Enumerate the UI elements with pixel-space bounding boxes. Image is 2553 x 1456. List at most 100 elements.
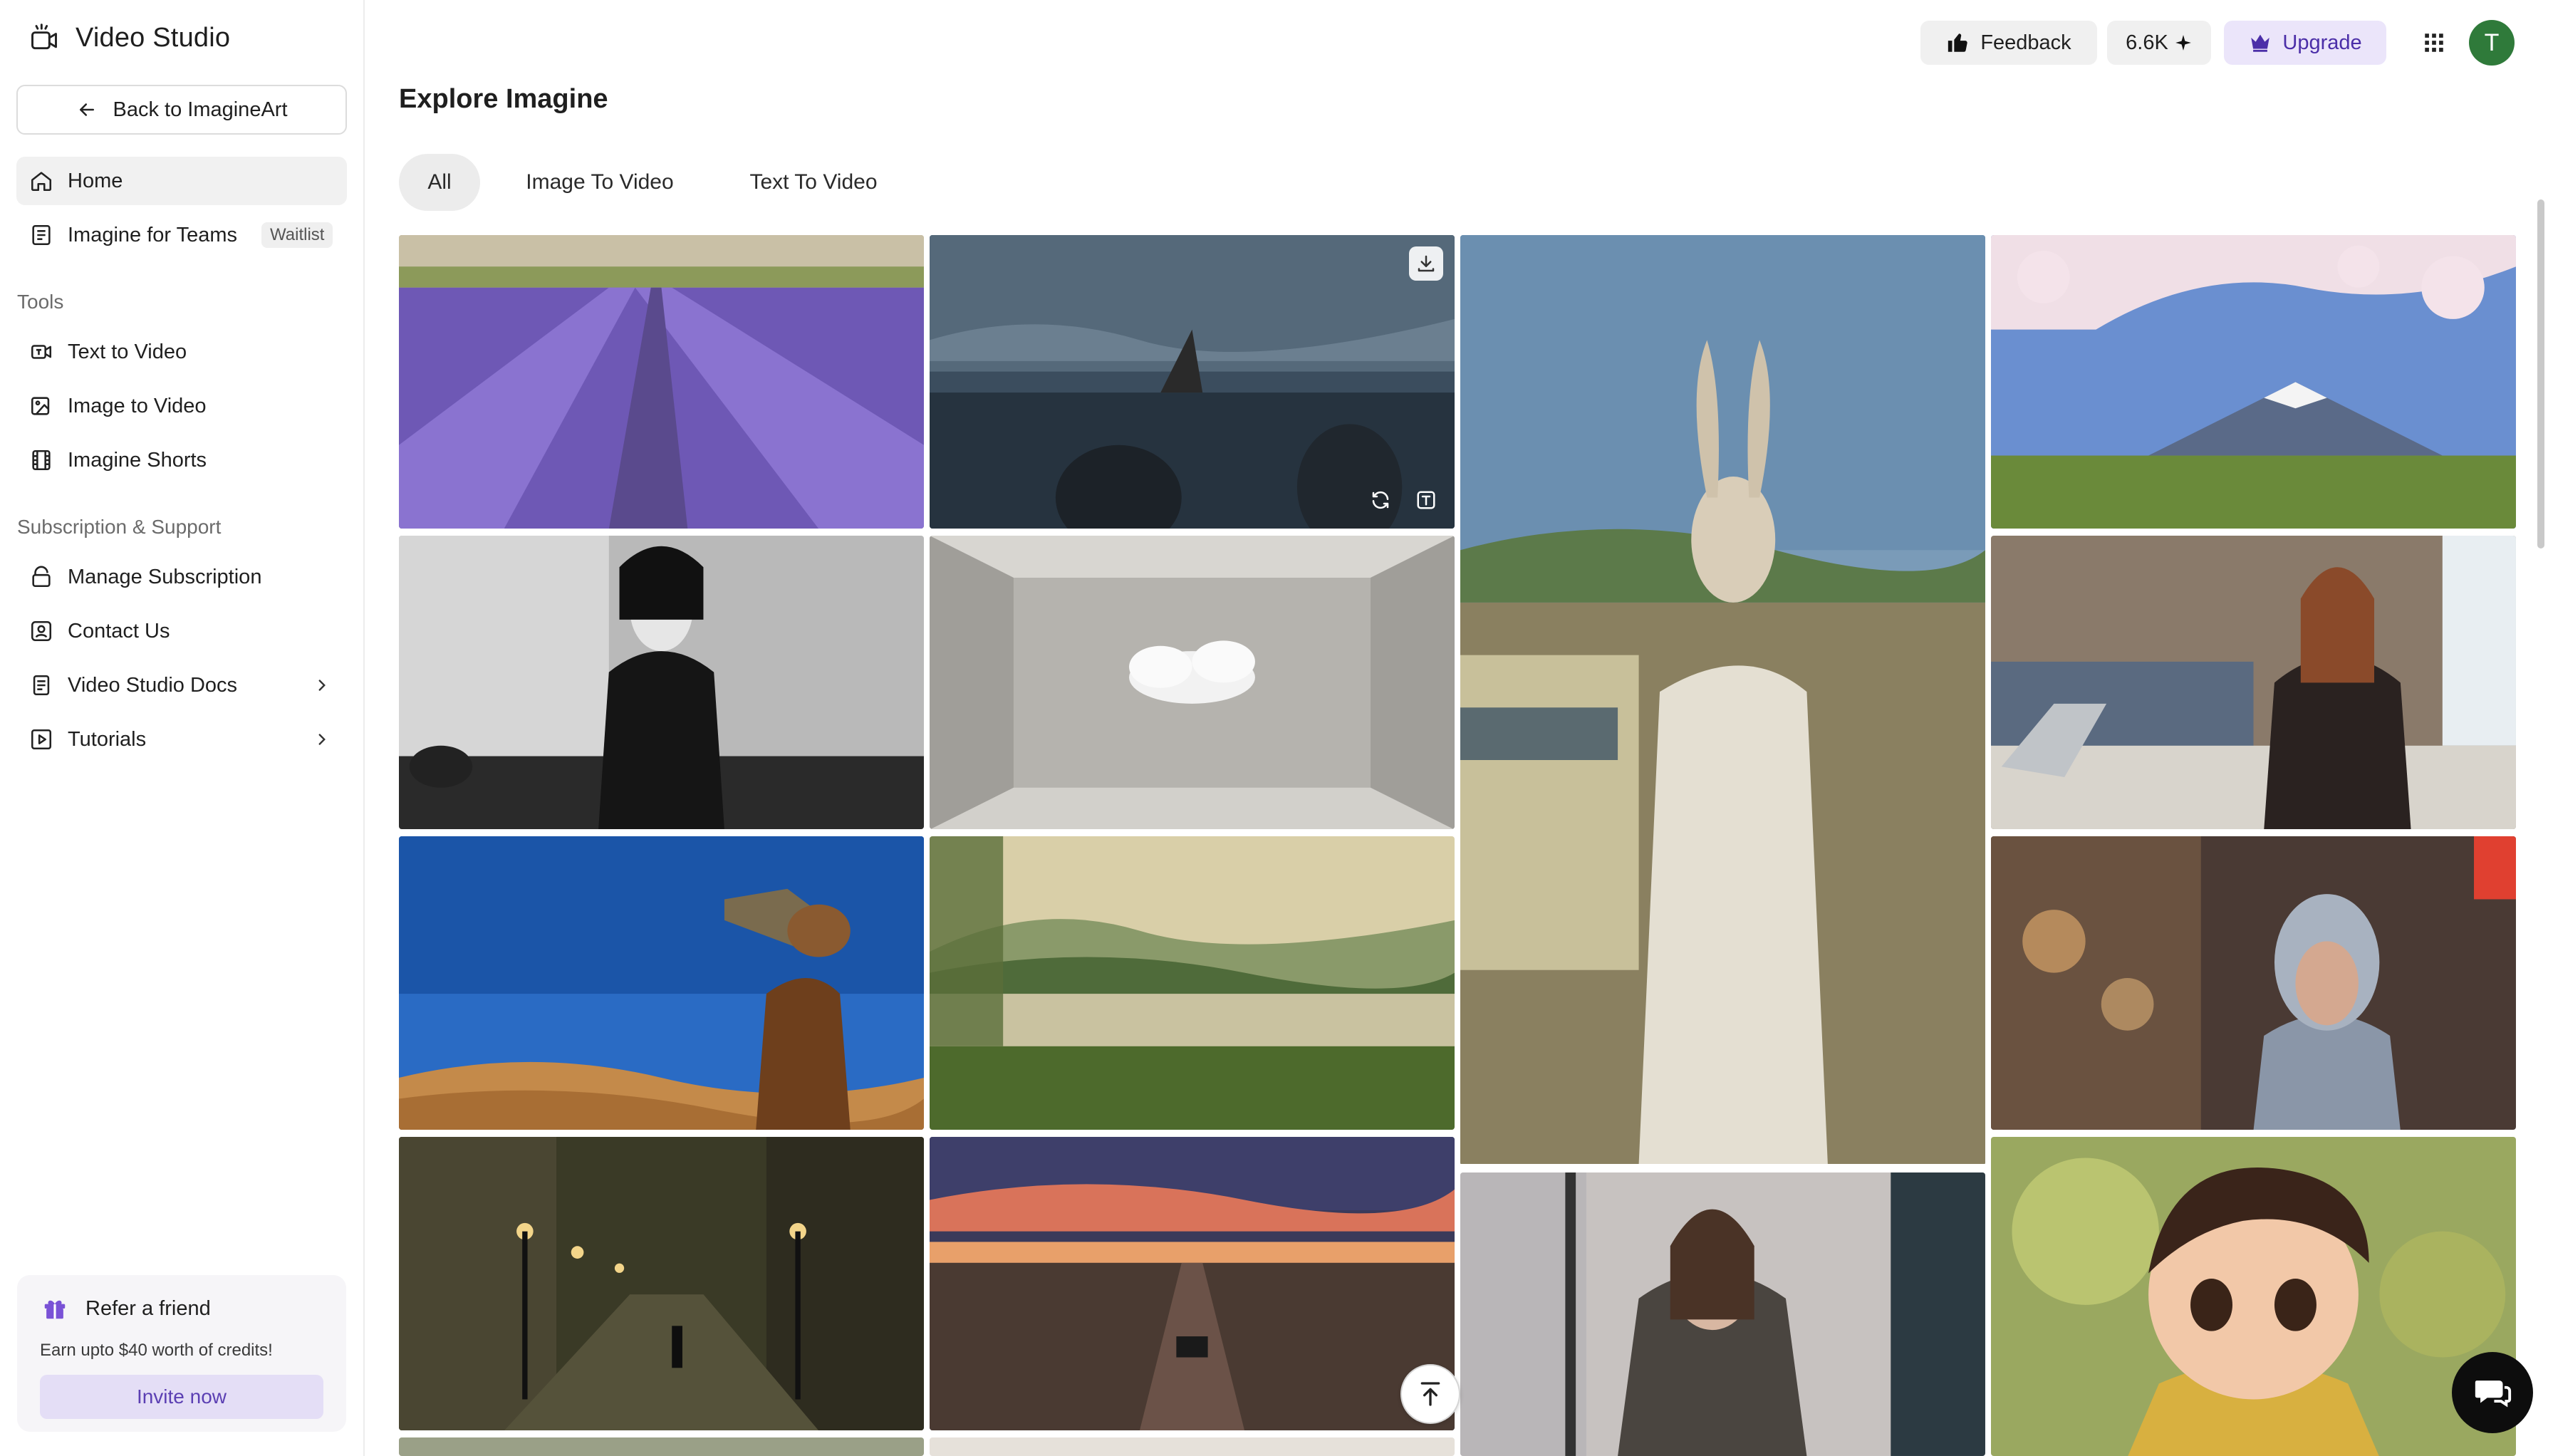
sidebar-item-label: Imagine for Teams bbox=[68, 223, 238, 246]
video-card-lake-meadow[interactable] bbox=[930, 836, 1455, 1130]
chevron-right-icon bbox=[318, 734, 326, 745]
video-thumbnail bbox=[1460, 1172, 1985, 1456]
download-button[interactable] bbox=[1409, 246, 1443, 281]
sidebar-item-label: Contact Us bbox=[68, 619, 170, 643]
gift-icon bbox=[44, 1300, 66, 1319]
feedback-label: Feedback bbox=[1980, 31, 2071, 54]
upgrade-label: Upgrade bbox=[2282, 31, 2362, 54]
chevron-right-icon bbox=[318, 680, 326, 691]
video-thumbnail bbox=[399, 536, 924, 829]
video-thumbnail bbox=[1991, 235, 2516, 529]
video-card-partial[interactable] bbox=[399, 1437, 924, 1456]
video-card-sunset-road[interactable] bbox=[930, 1137, 1455, 1430]
refer-a-friend-card: Refer a friend Earn upto $40 worth of cr… bbox=[17, 1275, 346, 1432]
regenerate-button[interactable] bbox=[1363, 483, 1398, 517]
app-title: Video Studio bbox=[76, 22, 231, 53]
video-thumbnail bbox=[399, 1137, 924, 1430]
brand[interactable]: Video Studio bbox=[28, 20, 230, 56]
back-label: Back to ImagineArt bbox=[113, 98, 288, 121]
credits-button[interactable]: 6.6K bbox=[2107, 21, 2211, 65]
sidebar-item-label: Manage Subscription bbox=[68, 565, 262, 588]
sidebar-item-video-studio-docs[interactable]: Video Studio Docs bbox=[16, 661, 347, 709]
video-studio-logo-icon bbox=[31, 24, 57, 50]
sparkle-icon bbox=[2175, 35, 2191, 51]
sidebar-item-manage-subscription[interactable]: Manage Subscription bbox=[16, 553, 347, 601]
sidebar-item-label: Tutorials bbox=[68, 727, 147, 751]
thumbs-up-icon bbox=[1948, 33, 1967, 52]
tab-all[interactable]: All bbox=[399, 154, 480, 211]
back-to-imagineart-button[interactable]: Back to ImagineArt bbox=[16, 85, 347, 135]
sidebar-item-imagine-shorts[interactable]: Imagine Shorts bbox=[16, 436, 347, 484]
sidebar-item-text-to-video[interactable]: Text to Video bbox=[16, 328, 347, 376]
video-card-cartoon-boy[interactable] bbox=[1991, 1137, 2516, 1456]
chat-support-button[interactable] bbox=[2452, 1352, 2533, 1433]
teams-icon bbox=[32, 224, 51, 246]
film-icon bbox=[32, 449, 51, 471]
subscription-icon bbox=[32, 566, 51, 588]
video-card-cloud-room[interactable] bbox=[930, 536, 1455, 829]
scroll-to-top-button[interactable] bbox=[1400, 1364, 1460, 1424]
video-thumbnail bbox=[1991, 836, 2516, 1130]
tutorials-icon bbox=[31, 729, 52, 750]
feedback-button[interactable]: Feedback bbox=[1920, 21, 2097, 65]
download-icon bbox=[1418, 255, 1435, 272]
refer-title: Refer a friend bbox=[85, 1296, 211, 1320]
tab-image-to-video[interactable]: Image To Video bbox=[499, 154, 701, 211]
video-thumbnail bbox=[930, 1437, 1455, 1456]
scrollbar-thumb[interactable] bbox=[2537, 199, 2544, 548]
video-card-robot-woman[interactable] bbox=[1991, 836, 2516, 1130]
image-to-video-icon bbox=[31, 397, 50, 415]
video-thumbnail bbox=[1460, 235, 1985, 1165]
video-card-desert-crocodile[interactable] bbox=[399, 836, 924, 1130]
video-card-rabbit-suit[interactable] bbox=[1460, 235, 1985, 1165]
video-card-rainy-street[interactable] bbox=[399, 1137, 924, 1430]
tab-text-to-video[interactable]: Text To Video bbox=[727, 154, 900, 211]
crown-icon bbox=[2251, 34, 2270, 52]
video-thumbnail bbox=[930, 1137, 1455, 1430]
invite-now-button[interactable]: Invite now bbox=[40, 1375, 323, 1419]
contact-icon bbox=[31, 620, 52, 642]
sidebar-item-label: Text to Video bbox=[68, 340, 187, 363]
refer-header: Refer a friend bbox=[41, 1295, 211, 1322]
video-thumbnail bbox=[399, 836, 924, 1130]
credits-label: 6.6K bbox=[2126, 31, 2168, 54]
refer-subtitle: Earn upto $40 worth of credits! bbox=[40, 1341, 273, 1360]
docs-icon bbox=[33, 675, 50, 696]
arrow-left-icon bbox=[79, 103, 94, 116]
video-thumbnail bbox=[930, 836, 1455, 1130]
sidebar-item-tutorials[interactable]: Tutorials bbox=[16, 715, 347, 764]
sidebar: Video Studio Back to ImagineArt Home Ima… bbox=[0, 0, 365, 1456]
video-thumbnail bbox=[399, 235, 924, 529]
video-thumbnail bbox=[930, 536, 1455, 829]
support-section-label: Subscription & Support bbox=[17, 516, 222, 538]
tools-section-label: Tools bbox=[17, 291, 64, 313]
video-card-cherry-mountain[interactable] bbox=[1991, 235, 2516, 529]
upgrade-button[interactable]: Upgrade bbox=[2224, 21, 2386, 65]
user-avatar[interactable]: T bbox=[2469, 20, 2515, 66]
waitlist-badge: Waitlist bbox=[261, 222, 333, 248]
page-title: Explore Imagine bbox=[399, 84, 608, 114]
chat-icon bbox=[2475, 1380, 2512, 1408]
arrow-up-icon bbox=[1420, 1382, 1440, 1406]
sidebar-item-contact-us[interactable]: Contact Us bbox=[16, 607, 347, 655]
text-prompt-button[interactable] bbox=[1409, 483, 1443, 517]
sidebar-item-label: Imagine Shorts bbox=[68, 448, 207, 472]
video-card-noir-woman[interactable] bbox=[399, 536, 924, 829]
sidebar-item-home[interactable]: Home bbox=[16, 157, 347, 205]
sidebar-item-label: Video Studio Docs bbox=[68, 673, 238, 697]
home-icon bbox=[31, 172, 52, 192]
video-thumbnail bbox=[399, 1437, 924, 1456]
refresh-icon bbox=[1372, 491, 1389, 509]
video-card-woman-phone[interactable] bbox=[1460, 1172, 1985, 1456]
video-card-viking-sea[interactable] bbox=[930, 235, 1455, 529]
sidebar-item-label: Home bbox=[68, 169, 123, 192]
sidebar-item-imagine-for-teams[interactable]: Imagine for Teams Waitlist bbox=[16, 211, 347, 259]
video-card-woman-laptop[interactable] bbox=[1991, 536, 2516, 829]
apps-grid-icon[interactable] bbox=[2422, 31, 2446, 55]
video-card-lavender-field[interactable] bbox=[399, 235, 924, 529]
sidebar-item-label: Image to Video bbox=[68, 394, 207, 417]
video-card-partial[interactable] bbox=[930, 1437, 1455, 1456]
text-to-video-icon bbox=[31, 345, 52, 359]
sidebar-item-image-to-video[interactable]: Image to Video bbox=[16, 382, 347, 430]
video-thumbnail bbox=[1991, 1137, 2516, 1456]
